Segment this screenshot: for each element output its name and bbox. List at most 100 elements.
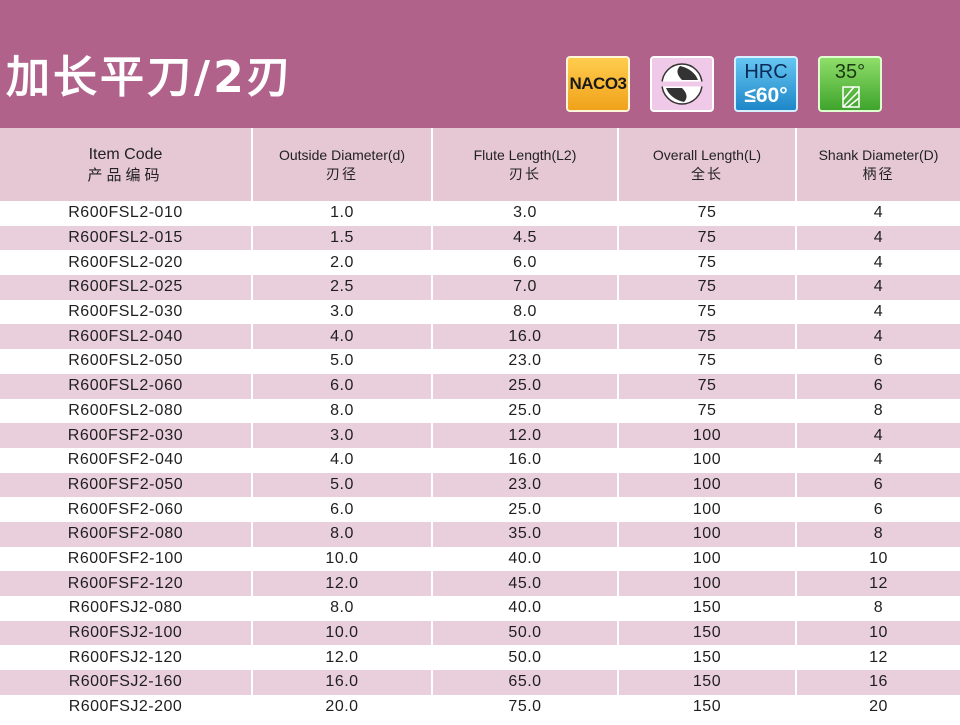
flute-length-cell: 35.0 bbox=[432, 521, 619, 547]
material-label: NACO3 bbox=[569, 74, 627, 93]
table-row: R600FSJ2-120 12.0 50.0 150 12 bbox=[0, 645, 960, 671]
flute-length-cell: 23.0 bbox=[432, 349, 619, 374]
shank-diameter-cell: 4 bbox=[796, 201, 960, 226]
helix-angle-badge: 35° bbox=[818, 56, 882, 112]
col-header-cn: 全长 bbox=[691, 166, 723, 183]
outside-diameter-cell: 3.0 bbox=[252, 299, 433, 325]
overall-length-cell: 75 bbox=[618, 275, 797, 300]
table-row: R600FSF2-100 10.0 40.0 100 10 bbox=[0, 546, 960, 572]
table-row: R600FSL2-025 2.5 7.0 75 4 bbox=[0, 275, 960, 300]
outside-diameter-cell: 2.5 bbox=[252, 275, 433, 300]
table-row: R600FSL2-020 2.0 6.0 75 4 bbox=[0, 250, 960, 276]
shank-diameter-cell: 12 bbox=[796, 571, 960, 596]
outside-diameter-cell: 8.0 bbox=[252, 521, 433, 547]
item-code-cell: R600FSF2-040 bbox=[0, 447, 253, 473]
item-code-cell: R600FSJ2-120 bbox=[0, 645, 253, 671]
table-row: R600FSJ2-200 20.0 75.0 150 20 bbox=[0, 694, 960, 720]
shank-diameter-cell: 4 bbox=[796, 447, 960, 473]
overall-length-cell: 75 bbox=[618, 324, 797, 350]
col-header-en: Shank Diameter(D) bbox=[818, 146, 939, 163]
table-row: R600FSF2-030 3.0 12.0 100 4 bbox=[0, 423, 960, 448]
shank-diameter-cell: 4 bbox=[796, 299, 960, 325]
item-code-cell: R600FSF2-030 bbox=[0, 423, 253, 448]
col-header-flute-length: Flute Length(L2) 刃长 bbox=[432, 128, 619, 201]
overall-length-cell: 100 bbox=[618, 571, 797, 596]
shank-diameter-cell: 20 bbox=[796, 694, 960, 720]
table-row: R600FSL2-080 8.0 25.0 75 8 bbox=[0, 398, 960, 424]
table-row: R600FSL2-030 3.0 8.0 75 4 bbox=[0, 299, 960, 325]
col-header-cn: 刃长 bbox=[509, 166, 541, 183]
overall-length-cell: 150 bbox=[618, 645, 797, 671]
flute-length-cell: 7.0 bbox=[432, 275, 619, 300]
hardness-value: ≤60° bbox=[744, 84, 788, 107]
item-code-cell: R600FSL2-050 bbox=[0, 349, 253, 374]
flute-length-cell: 75.0 bbox=[432, 694, 619, 720]
outside-diameter-cell: 12.0 bbox=[252, 645, 433, 671]
item-code-cell: R600FSL2-020 bbox=[0, 250, 253, 276]
table-row: R600FSJ2-100 10.0 50.0 150 10 bbox=[0, 620, 960, 646]
shank-diameter-cell: 4 bbox=[796, 423, 960, 448]
outside-diameter-cell: 8.0 bbox=[252, 398, 433, 424]
flute-length-cell: 40.0 bbox=[432, 546, 619, 572]
overall-length-cell: 100 bbox=[618, 521, 797, 547]
item-code-cell: R600FSF2-080 bbox=[0, 521, 253, 547]
overall-length-cell: 150 bbox=[618, 670, 797, 695]
helix-angle-value: 35° bbox=[834, 61, 866, 83]
overall-length-cell: 75 bbox=[618, 299, 797, 325]
item-code-cell: R600FSF2-060 bbox=[0, 497, 253, 522]
overall-length-cell: 75 bbox=[618, 373, 797, 399]
two-flute-cross-section-icon bbox=[650, 56, 714, 112]
flute-length-cell: 50.0 bbox=[432, 620, 619, 646]
spec-table: Item Code 产品编码 Outside Diameter(d) 刃径 Fl… bbox=[0, 128, 960, 720]
material-badge: NACO3 bbox=[566, 56, 630, 112]
overall-length-cell: 75 bbox=[618, 201, 797, 226]
overall-length-cell: 100 bbox=[618, 423, 797, 448]
overall-length-cell: 150 bbox=[618, 596, 797, 621]
item-code-cell: R600FSJ2-080 bbox=[0, 596, 253, 621]
page-title: 加长平刀/2刃 bbox=[6, 52, 294, 103]
table-row: R600FSL2-010 1.0 3.0 75 4 bbox=[0, 201, 960, 226]
item-code-cell: R600FSL2-015 bbox=[0, 225, 253, 251]
overall-length-cell: 100 bbox=[618, 497, 797, 522]
col-header-en: Item Code bbox=[88, 145, 163, 163]
item-code-cell: R600FSL2-080 bbox=[0, 398, 253, 424]
outside-diameter-cell: 5.0 bbox=[252, 349, 433, 374]
overall-length-cell: 100 bbox=[618, 472, 797, 498]
table-row: R600FSJ2-080 8.0 40.0 150 8 bbox=[0, 596, 960, 621]
table-row: R600FSL2-060 6.0 25.0 75 6 bbox=[0, 373, 960, 399]
outside-diameter-cell: 3.0 bbox=[252, 423, 433, 448]
col-header-item-code: Item Code 产品编码 bbox=[0, 128, 253, 201]
item-code-cell: R600FSJ2-200 bbox=[0, 694, 253, 720]
table-row: R600FSF2-120 12.0 45.0 100 12 bbox=[0, 571, 960, 596]
outside-diameter-cell: 4.0 bbox=[252, 324, 433, 350]
flute-length-cell: 65.0 bbox=[432, 670, 619, 695]
table-row: R600FSL2-040 4.0 16.0 75 4 bbox=[0, 324, 960, 350]
flute-length-cell: 16.0 bbox=[432, 324, 619, 350]
item-code-cell: R600FSJ2-100 bbox=[0, 620, 253, 646]
flute-length-cell: 23.0 bbox=[432, 472, 619, 498]
overall-length-cell: 100 bbox=[618, 447, 797, 473]
outside-diameter-cell: 16.0 bbox=[252, 670, 433, 695]
shank-diameter-cell: 6 bbox=[796, 497, 960, 522]
shank-diameter-cell: 8 bbox=[796, 596, 960, 621]
shank-diameter-cell: 4 bbox=[796, 225, 960, 251]
helix-angle-icon bbox=[842, 86, 860, 108]
outside-diameter-cell: 12.0 bbox=[252, 571, 433, 596]
flute-length-cell: 3.0 bbox=[432, 201, 619, 226]
flute-length-cell: 16.0 bbox=[432, 447, 619, 473]
outside-diameter-cell: 8.0 bbox=[252, 596, 433, 621]
flute-length-cell: 25.0 bbox=[432, 373, 619, 399]
outside-diameter-cell: 6.0 bbox=[252, 497, 433, 522]
overall-length-cell: 150 bbox=[618, 694, 797, 720]
flute-length-cell: 4.5 bbox=[432, 225, 619, 251]
shank-diameter-cell: 4 bbox=[796, 275, 960, 300]
item-code-cell: R600FSF2-050 bbox=[0, 472, 253, 498]
table-row: R600FSF2-080 8.0 35.0 100 8 bbox=[0, 521, 960, 547]
table-row: R600FSF2-050 5.0 23.0 100 6 bbox=[0, 472, 960, 498]
flute-length-cell: 40.0 bbox=[432, 596, 619, 621]
flute-length-cell: 8.0 bbox=[432, 299, 619, 325]
item-code-cell: R600FSF2-100 bbox=[0, 546, 253, 572]
item-code-cell: R600FSJ2-160 bbox=[0, 670, 253, 695]
col-header-cn: 刃径 bbox=[326, 166, 358, 183]
table-row: R600FSL2-050 5.0 23.0 75 6 bbox=[0, 349, 960, 374]
